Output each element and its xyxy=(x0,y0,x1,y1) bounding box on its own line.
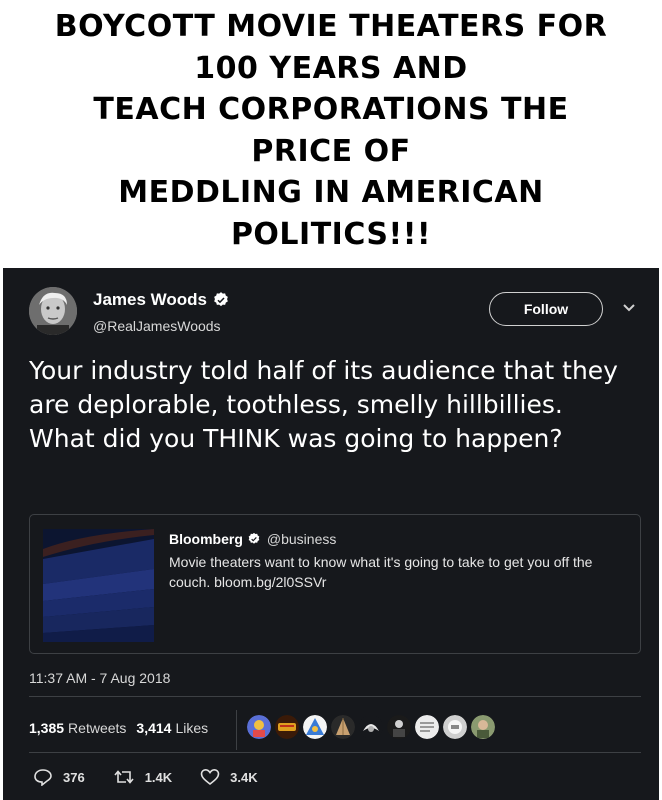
author-name-row[interactable]: James Woods xyxy=(93,290,230,310)
meme-headline: BOYCOTT MOVIE THEATERS FOR 100 YEARS AND… xyxy=(0,6,662,255)
likes-label: Likes xyxy=(175,720,209,736)
liker-avatar[interactable] xyxy=(415,715,439,739)
liker-avatar[interactable] xyxy=(275,715,299,739)
stats-divider xyxy=(236,710,237,750)
avatar[interactable] xyxy=(29,287,77,335)
liker-avatars xyxy=(247,715,499,739)
quoted-tweet-image[interactable] xyxy=(43,529,154,642)
retweet-button[interactable]: 1.4K xyxy=(113,768,172,786)
verified-badge-icon xyxy=(214,292,228,307)
quoted-tweet-text: Movie theaters want to know what it's go… xyxy=(169,554,593,590)
liker-avatar[interactable] xyxy=(247,715,271,739)
reply-count: 376 xyxy=(63,769,85,785)
like-button[interactable]: 3.4K xyxy=(200,768,258,786)
quoted-author-name[interactable]: Bloomberg xyxy=(169,531,243,547)
headline-line: TEACH CORPORATIONS THE xyxy=(93,92,569,127)
quoted-author-row[interactable]: Bloomberg @business xyxy=(169,531,336,547)
retweets-count: 1,385 xyxy=(29,720,65,736)
divider xyxy=(29,752,641,753)
liker-avatar[interactable] xyxy=(303,715,327,739)
retweets-label: Retweets xyxy=(68,720,127,736)
heart-icon xyxy=(200,768,220,786)
retweet-count: 1.4K xyxy=(144,769,173,785)
retweets-stat[interactable]: 1,385 Retweets xyxy=(29,720,126,736)
tweet-timestamp[interactable]: 11:37 AM - 7 Aug 2018 xyxy=(29,670,170,686)
headline-line: MEDDLING IN AMERICAN xyxy=(118,175,544,210)
tweet-card: James Woods @RealJamesWoods Follow Your … xyxy=(3,268,659,800)
headline-line: POLITICS!!! xyxy=(230,216,432,252)
follow-button[interactable]: Follow xyxy=(489,292,603,326)
tweet-actions: 376 1.4K 3.4K xyxy=(33,768,286,786)
author-name[interactable]: James Woods xyxy=(93,290,207,310)
chevron-down-icon[interactable] xyxy=(621,302,637,314)
reply-icon xyxy=(34,769,52,786)
engagement-stats: 1,385 Retweets 3,414 Likes xyxy=(29,720,218,736)
divider xyxy=(29,696,641,697)
headline-line: PRICE OF xyxy=(251,133,411,169)
verified-badge-icon xyxy=(248,532,260,544)
reply-button[interactable]: 376 xyxy=(33,768,85,786)
liker-avatar[interactable] xyxy=(387,715,411,739)
liker-avatar[interactable] xyxy=(331,715,355,739)
likes-stat[interactable]: 3,414 Likes xyxy=(136,720,208,736)
liker-avatar[interactable] xyxy=(443,715,467,739)
retweet-icon xyxy=(114,770,134,784)
liker-avatar[interactable] xyxy=(359,715,383,739)
headline-line: BOYCOTT MOVIE THEATERS FOR xyxy=(54,9,608,44)
quoted-tweet[interactable]: Bloomberg @business Movie theaters want … xyxy=(29,514,641,654)
quoted-author-handle[interactable]: @business xyxy=(267,531,336,547)
likes-count: 3,414 xyxy=(136,720,172,736)
liker-avatar[interactable] xyxy=(471,715,495,739)
like-count: 3.4K xyxy=(230,769,258,785)
author-handle[interactable]: @RealJamesWoods xyxy=(93,318,221,334)
tweet-text: Your industry told half of its audience … xyxy=(29,356,618,453)
headline-line: 100 YEARS AND xyxy=(194,50,468,86)
